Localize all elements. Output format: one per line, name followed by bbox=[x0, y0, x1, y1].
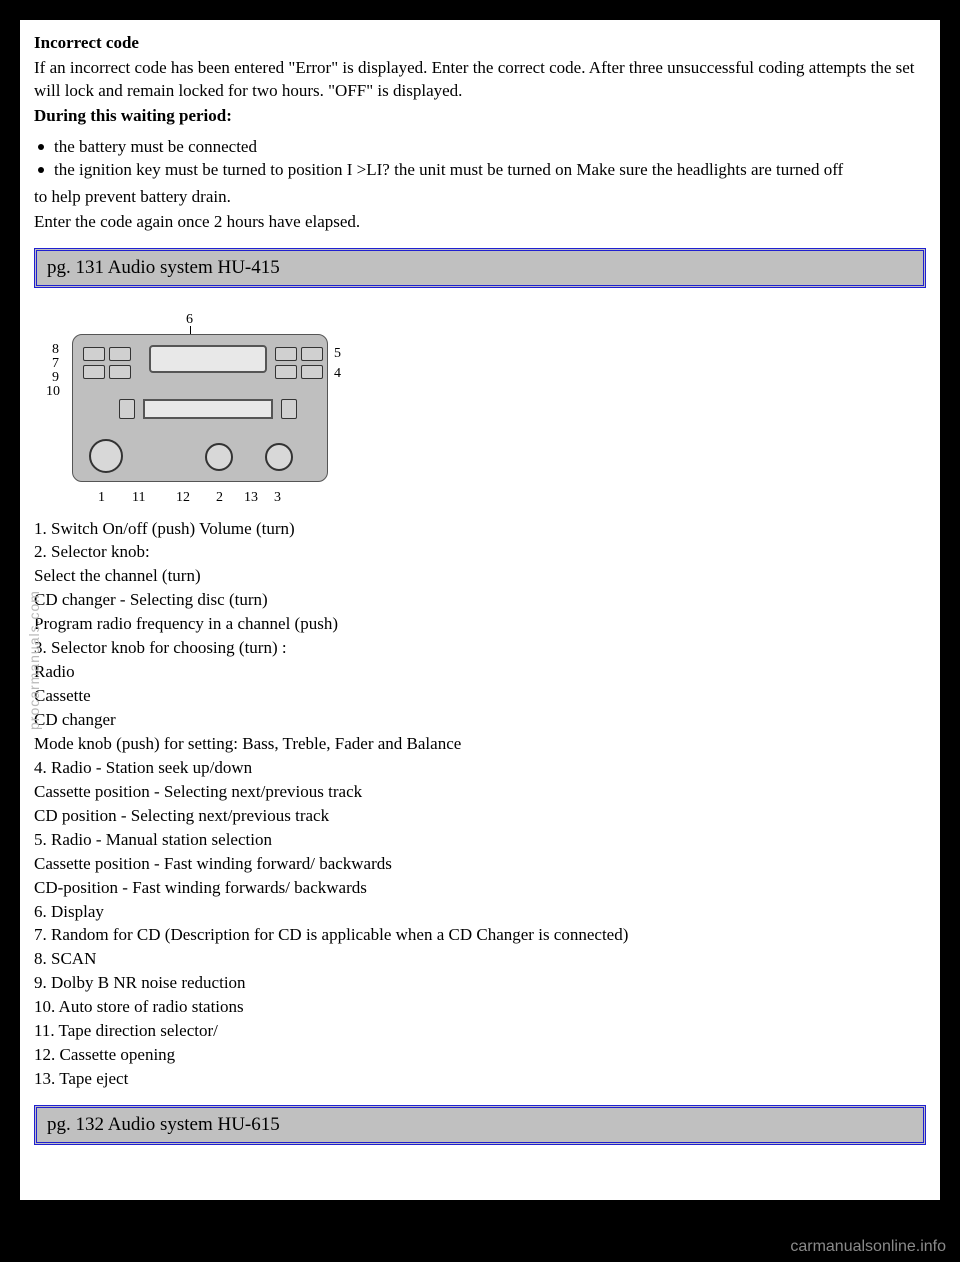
seek-button-1 bbox=[275, 347, 297, 361]
list-item: 1. Switch On/off (push) Volume (turn) bbox=[34, 518, 926, 541]
list-item: Select the channel (turn) bbox=[34, 565, 926, 588]
dolby-button bbox=[83, 365, 105, 379]
intro-block: Incorrect code If an incorrect code has … bbox=[34, 32, 926, 234]
radio-diagram: 6 8 7 9 10 5 4 1 11 12 2 13 bbox=[34, 312, 344, 512]
callout-13: 13 bbox=[244, 490, 258, 506]
auto-button bbox=[109, 365, 131, 379]
list-item: Cassette bbox=[34, 685, 926, 708]
list-item: 4. Radio - Station seek up/down bbox=[34, 757, 926, 780]
list-item: 13. Tape eject bbox=[34, 1068, 926, 1091]
bullet-icon bbox=[38, 144, 44, 150]
list-item: Mode knob (push) for setting: Bass, Treb… bbox=[34, 733, 926, 756]
list-item: 6. Display bbox=[34, 901, 926, 924]
callout-4: 4 bbox=[334, 366, 341, 382]
eject-button bbox=[281, 399, 297, 419]
manual-button-1 bbox=[275, 365, 297, 379]
seek-button-2 bbox=[301, 347, 323, 361]
cassette-slot bbox=[143, 399, 273, 419]
list-item: 12. Cassette opening bbox=[34, 1044, 926, 1067]
callout-10: 10 bbox=[46, 384, 60, 400]
list-item: the ignition key must be turned to posit… bbox=[34, 159, 926, 182]
list-item: 3. Selector knob for choosing (turn) : bbox=[34, 637, 926, 660]
source-knob bbox=[265, 443, 293, 471]
list-item: the battery must be connected bbox=[34, 136, 926, 159]
radio-body bbox=[72, 334, 328, 482]
section-header-132: pg. 132 Audio system HU-615 bbox=[34, 1105, 926, 1145]
list-item: Program radio frequency in a channel (pu… bbox=[34, 613, 926, 636]
side-watermark: procarmanuals.com bbox=[26, 590, 42, 730]
list-item: 11. Tape direction selector/ bbox=[34, 1020, 926, 1043]
list-item: 7. Random for CD (Description for CD is … bbox=[34, 924, 926, 947]
bullet-text: the ignition key must be turned to posit… bbox=[54, 159, 843, 182]
volume-knob bbox=[89, 439, 123, 473]
manual-button-2 bbox=[301, 365, 323, 379]
intro-paragraph-4: Enter the code again once 2 hours have e… bbox=[34, 211, 926, 234]
list-item: CD-position - Fast winding forwards/ bac… bbox=[34, 877, 926, 900]
bullet-icon bbox=[38, 167, 44, 173]
bullet-text: the battery must be connected bbox=[54, 136, 257, 159]
callout-2: 2 bbox=[216, 490, 223, 506]
callout-1: 1 bbox=[98, 490, 105, 506]
list-item: 10. Auto store of radio stations bbox=[34, 996, 926, 1019]
list-item: CD changer - Selecting disc (turn) bbox=[34, 589, 926, 612]
intro-paragraph-1: If an incorrect code has been entered "E… bbox=[34, 57, 926, 103]
intro-paragraph-3: to help prevent battery drain. bbox=[34, 186, 926, 209]
bullet-list: the battery must be connected the igniti… bbox=[34, 136, 926, 182]
callout-12: 12 bbox=[176, 490, 190, 506]
heading-incorrect-code: Incorrect code bbox=[34, 32, 926, 55]
control-descriptions: 1. Switch On/off (push) Volume (turn) 2.… bbox=[34, 518, 926, 1092]
list-item: 2. Selector knob: bbox=[34, 541, 926, 564]
footer-watermark: carmanualsonline.info bbox=[790, 1238, 946, 1256]
list-item: CD changer bbox=[34, 709, 926, 732]
scan-button bbox=[109, 347, 131, 361]
list-item: Cassette position - Selecting next/previ… bbox=[34, 781, 926, 804]
section-header-131: pg. 131 Audio system HU-415 bbox=[34, 248, 926, 288]
list-item: 9. Dolby B NR noise reduction bbox=[34, 972, 926, 995]
selector-knob bbox=[205, 443, 233, 471]
heading-waiting-period: During this waiting period: bbox=[34, 105, 926, 128]
callout-11: 11 bbox=[132, 490, 145, 506]
list-item: Cassette position - Fast winding forward… bbox=[34, 853, 926, 876]
list-item: 8. SCAN bbox=[34, 948, 926, 971]
callout-3: 3 bbox=[274, 490, 281, 506]
radio-display bbox=[149, 345, 267, 373]
rnd-button bbox=[83, 347, 105, 361]
list-item: 5. Radio - Manual station selection bbox=[34, 829, 926, 852]
callout-5: 5 bbox=[334, 346, 341, 362]
tape-dir-button bbox=[119, 399, 135, 419]
list-item: Radio bbox=[34, 661, 926, 684]
list-item: CD position - Selecting next/previous tr… bbox=[34, 805, 926, 828]
document-page: Incorrect code If an incorrect code has … bbox=[20, 20, 940, 1200]
